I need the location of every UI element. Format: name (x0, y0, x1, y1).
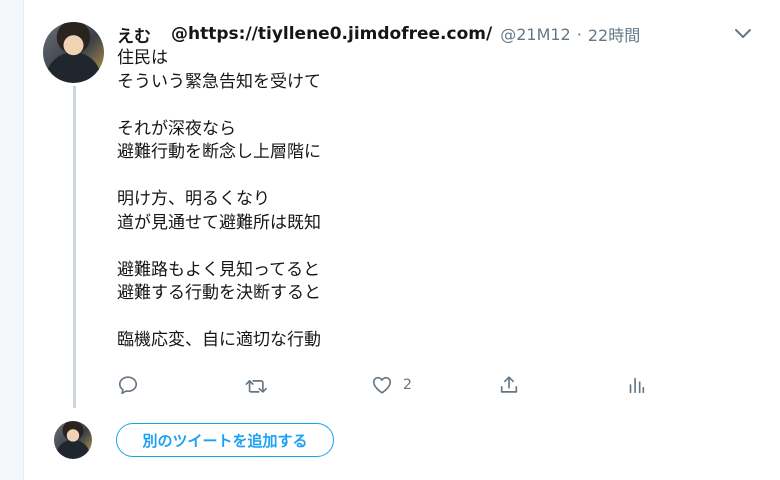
tweet-text-line (117, 165, 677, 189)
chevron-down-icon (735, 29, 751, 38)
tweet-text-line: それが深夜なら (117, 118, 236, 139)
reply-icon (118, 376, 138, 395)
tweet-text: 住民は そういう緊急告知を受けて それが深夜なら 避難行動を断念し上層階に 明け… (117, 47, 677, 353)
tweet-timestamp[interactable]: 22時間 (588, 22, 640, 46)
tweet-header: えむ @https://tiyllene0.jimdofree.com/ @21… (117, 22, 640, 47)
like-count: 2 (403, 377, 412, 393)
author-display-name[interactable]: えむ (117, 22, 151, 47)
tweet-text-line (117, 94, 677, 118)
tweet-text-line (117, 306, 677, 330)
tweet-text-line (117, 235, 677, 259)
author-name-url[interactable]: @https://tiyllene0.jimdofree.com/ (171, 24, 492, 44)
heart-icon (372, 376, 392, 394)
page-background-left (0, 0, 23, 480)
tweet-text-line: 道が見通せて避難所は既知 (117, 212, 321, 233)
tweet-text-line: 避難路もよく見知ってると (117, 259, 321, 280)
more-options-button[interactable] (732, 25, 754, 43)
tweet-text-line: 避難する行動を決断すると (117, 283, 321, 303)
share-button[interactable] (498, 370, 520, 400)
analytics-icon (629, 377, 645, 394)
retweet-icon (245, 380, 267, 393)
reply-button[interactable] (117, 370, 139, 400)
thread-line (73, 86, 76, 408)
tweet-actions: 2 (117, 370, 657, 400)
author-avatar[interactable] (43, 22, 104, 83)
analytics-button[interactable] (625, 370, 647, 400)
share-icon (500, 376, 518, 393)
current-user-avatar[interactable] (54, 421, 92, 459)
tweet-text-line: 避難行動を断念し上層階に (117, 142, 321, 162)
like-button[interactable]: 2 (371, 370, 412, 400)
tweet-text-line: 住民は (117, 48, 168, 68)
tweet-text-line: 臨機応変、自に適切な行動 (117, 330, 321, 350)
author-screen-name[interactable]: @21M12 (500, 25, 571, 44)
tweet-text-line: そういう緊急告知を受けて (117, 71, 321, 92)
add-another-tweet-button[interactable]: 別のツイートを追加する (116, 423, 334, 457)
tweet-text-line: 明け方、明るくなり (117, 189, 270, 209)
separator-dot: · (576, 24, 582, 44)
retweet-button[interactable] (244, 370, 268, 400)
